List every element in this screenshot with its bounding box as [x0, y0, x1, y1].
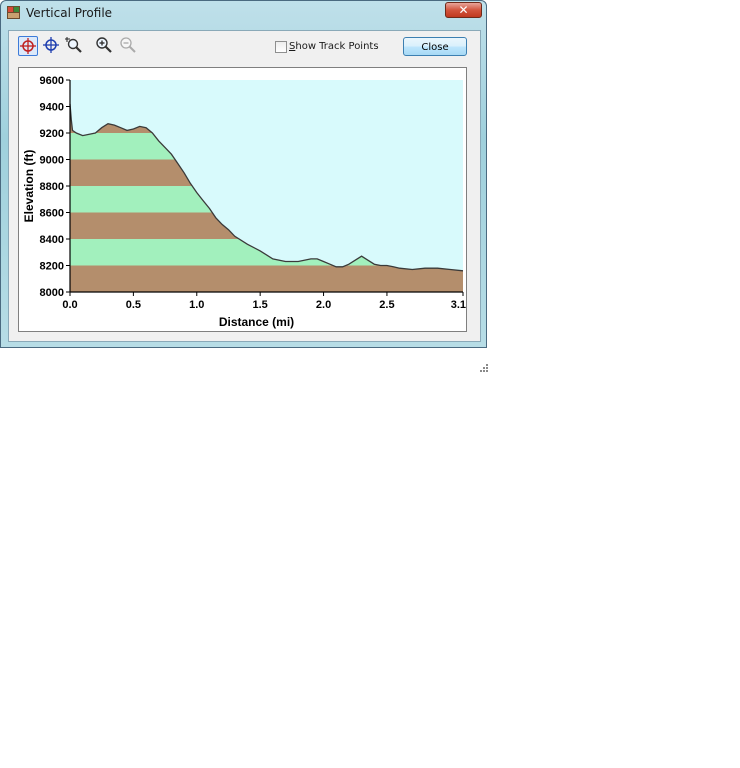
y-tick-label: 9000 — [40, 155, 64, 167]
y-tick-label: 8000 — [40, 287, 64, 299]
elevation-profile-chart: 8000 8200 8400 8600 8800 9000 9200 9400 9600 0.0 0… — [22, 75, 466, 329]
x-tick-label: 0.0 — [62, 299, 77, 311]
title-bar[interactable]: Vertical Profile ✕ — [1, 1, 486, 25]
y-axis-title: Elevation (ft) — [22, 150, 36, 223]
zoom-out-icon — [120, 37, 136, 53]
y-tick-label: 9600 — [40, 75, 64, 87]
zoom-region-tool-icon — [65, 37, 82, 53]
close-x-icon: ✕ — [458, 3, 469, 17]
x-tick-label: 1.0 — [189, 299, 204, 311]
app-icon — [7, 6, 20, 19]
zoom-region-tool[interactable] — [65, 36, 85, 56]
vertical-profile-window: Vertical Profile ✕ Show Track Points Clo… — [0, 0, 488, 372]
select-crosshair-tool-icon — [20, 38, 36, 54]
x-tick-label: 2.0 — [316, 299, 331, 311]
select-crosshair-tool[interactable] — [18, 36, 38, 56]
x-tick-label: 1.5 — [253, 299, 268, 311]
x-tick-label: 2.5 — [379, 299, 394, 311]
resize-grip-icon[interactable] — [477, 361, 489, 373]
dialog-client-area: Show Track Points Close 8000 8200 8400 8600… — [8, 30, 488, 372]
x-tick-label: 0.5 — [126, 299, 141, 311]
close-button[interactable]: Close — [403, 37, 467, 56]
pan-crosshair-tool-icon — [43, 37, 59, 53]
y-tick-label: 9400 — [40, 102, 64, 114]
show-track-points-text: how Track Points — [295, 41, 379, 52]
show-track-points-label[interactable]: Show Track Points — [289, 41, 379, 52]
zoom-in-button[interactable] — [95, 36, 115, 56]
zoom-out-button[interactable] — [119, 36, 139, 56]
x-tick-label: 3.1 — [451, 299, 466, 311]
elevation-chart-frame: 8000 8200 8400 8600 8800 9000 9200 9400 9600 0.0 0… — [18, 67, 467, 332]
x-axis-title: Distance (mi) — [219, 315, 294, 329]
y-tick-label: 8800 — [40, 181, 64, 193]
y-tick-label: 9200 — [40, 128, 64, 140]
y-tick-label: 8600 — [40, 208, 64, 220]
y-tick-label: 8400 — [40, 234, 64, 246]
show-track-points-checkbox[interactable] — [275, 41, 287, 53]
elevation-band — [70, 265, 463, 292]
window-title: Vertical Profile — [26, 6, 113, 20]
y-tick-label: 8200 — [40, 261, 64, 273]
zoom-in-icon — [96, 37, 112, 53]
pan-crosshair-tool[interactable] — [42, 36, 62, 56]
window-close-button[interactable]: ✕ — [445, 2, 482, 18]
